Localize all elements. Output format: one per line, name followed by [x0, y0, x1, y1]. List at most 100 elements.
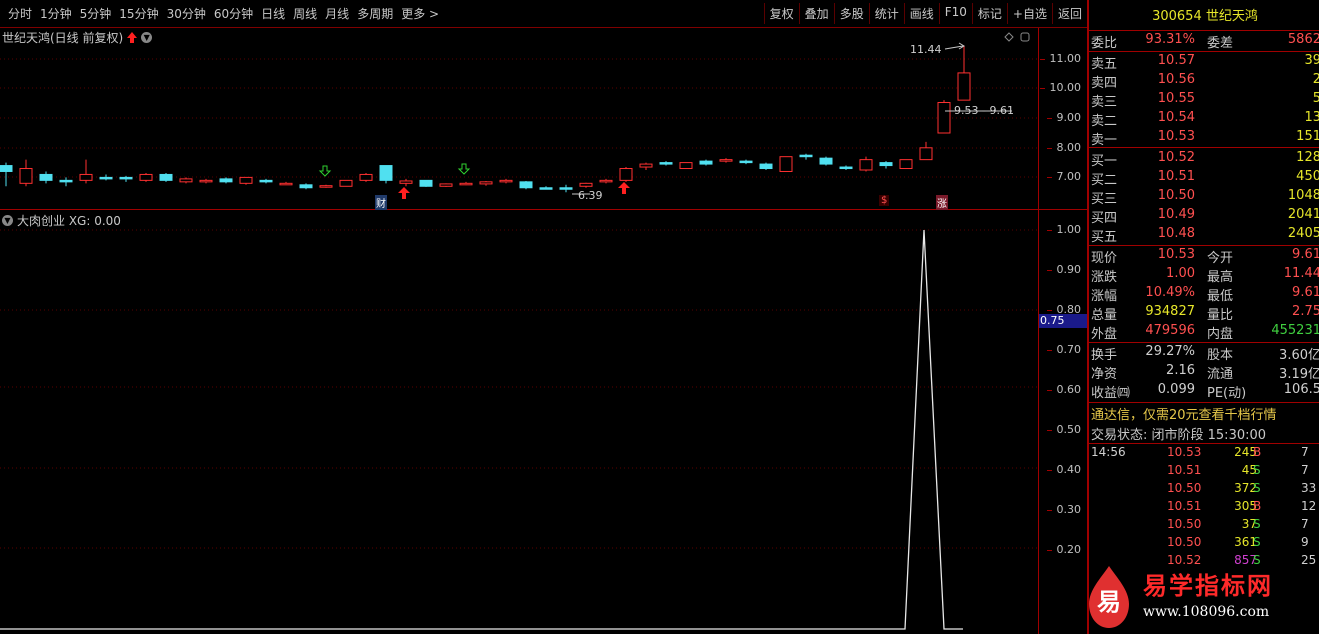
candle-body — [199, 179, 213, 183]
candle-body — [279, 182, 293, 186]
period-month-tab[interactable]: 月线 — [321, 5, 353, 22]
xg-signal-line — [0, 229, 963, 630]
multi-stock-button[interactable]: 多股 — [833, 3, 869, 24]
candle-body — [957, 72, 971, 101]
period-1min-tab[interactable]: 1分钟 — [36, 5, 76, 22]
stock-name: 世纪天鸿 — [1205, 9, 1258, 24]
tick-direction: B — [1253, 445, 1262, 459]
logo-char: 易 — [1097, 588, 1121, 616]
overlay-button[interactable]: 叠加 — [798, 3, 834, 24]
promo-link[interactable]: 通达信，仅需20元查看千档行情 — [1091, 404, 1277, 423]
limit-up-badge[interactable]: 涨 — [936, 195, 948, 210]
stat-label: 量比 — [1207, 308, 1234, 323]
back-button[interactable]: 返回 — [1051, 3, 1087, 24]
ask-row: 卖五 10.57 39 — [1089, 53, 1319, 72]
draw-line-button[interactable]: 画线 — [903, 3, 939, 24]
period-more-tab[interactable]: 更多 > — [397, 5, 443, 22]
candle-body — [399, 180, 413, 184]
axis-label: 7.00 — [1046, 170, 1081, 183]
mark-button[interactable]: 标记 — [971, 3, 1007, 24]
weibi-row: 委比 93.31% 委差 5862 — [1089, 32, 1319, 51]
axis-label: 0.30 — [1046, 503, 1081, 516]
stat-label: 外盘 — [1091, 327, 1118, 342]
candle-body — [659, 162, 673, 165]
period-15min-tab[interactable]: 15分钟 — [115, 5, 162, 22]
tick-direction: S — [1253, 481, 1261, 495]
stock-terminal-window: 分时 1分钟 5分钟 15分钟 30分钟 60分钟 日线 周线 月线 多周期 更… — [0, 0, 1319, 634]
dollar-badge[interactable]: $ — [879, 195, 890, 206]
candle-body — [699, 160, 713, 165]
ask-label: 卖五 — [1091, 57, 1118, 72]
period-5min-tab[interactable]: 5分钟 — [76, 5, 116, 22]
period-30min-tab[interactable]: 30分钟 — [163, 5, 210, 22]
divider — [1089, 342, 1319, 343]
tick-direction: B — [1253, 499, 1262, 513]
weibi-value: 93.31% — [1145, 32, 1195, 47]
tick-direction: S — [1253, 463, 1261, 477]
candle-body — [219, 178, 233, 183]
logo-title: 易学指标网 — [1143, 572, 1273, 600]
axis-label: 11.00 — [1039, 52, 1081, 65]
ask-price: 10.57 — [1157, 53, 1195, 68]
stat-row: 换手 29.27% 股本 3.60亿 — [1089, 344, 1319, 363]
period-week-tab[interactable]: 周线 — [289, 5, 321, 22]
indicator-chart[interactable]: ▼ 大肉创业 XG: 0.00 — [0, 210, 1038, 634]
kline-chart[interactable]: 世纪天鸿(日线 前复权) ▼ 11.44 9.53 - 9.61 6.39 财 … — [0, 28, 1038, 210]
candle-body — [79, 173, 93, 181]
period-day-tab[interactable]: 日线 — [257, 5, 289, 22]
stat-row: 总量 934827 量比 2.75 — [1089, 304, 1319, 323]
tick-row: 10.51 45 S 7 — [1089, 463, 1319, 481]
tick-price: 10.50 — [1167, 535, 1202, 549]
candle-body — [319, 185, 333, 188]
tick-price: 10.50 — [1167, 481, 1202, 495]
indicator-plot — [0, 229, 1038, 630]
candle-body — [59, 179, 73, 183]
bid-label: 买五 — [1091, 230, 1118, 245]
bid-label: 买三 — [1091, 192, 1118, 207]
ask-volume: 2 — [1312, 72, 1319, 87]
ask-volume: 13 — [1304, 110, 1319, 125]
add-watchlist-button[interactable]: +自选 — [1006, 3, 1052, 24]
stat-label: 换手 — [1091, 348, 1118, 363]
stat-value: 9.61 — [1292, 247, 1319, 262]
tick-time: 14:56 — [1091, 445, 1126, 459]
axis-label: 9.00 — [1046, 111, 1081, 124]
stat-value: 10.49% — [1145, 285, 1195, 300]
axis-label: 0.40 — [1046, 463, 1081, 476]
tick-direction: S — [1253, 535, 1261, 549]
adjust-button[interactable]: 复权 — [763, 3, 799, 24]
stat-value: 11.44 — [1283, 266, 1319, 281]
stat-value: 0.099 — [1157, 382, 1195, 397]
candle-body — [759, 163, 773, 170]
candle-body — [839, 166, 853, 170]
axis-label: 0.70 — [1046, 343, 1081, 356]
bid-label: 买一 — [1091, 154, 1118, 169]
stat-label: 最低 — [1207, 289, 1234, 304]
weibi-label: 委比 — [1091, 36, 1118, 51]
candle-body — [379, 165, 393, 181]
ask-volume: 5 — [1312, 91, 1319, 106]
stat-label: 内盘 — [1207, 327, 1234, 342]
bid-label: 买二 — [1091, 173, 1118, 188]
axis-label: 0.50 — [1046, 423, 1081, 436]
tick-price: 10.51 — [1167, 463, 1202, 477]
period-multi-tab[interactable]: 多周期 — [353, 5, 397, 22]
f10-button[interactable]: F10 — [938, 3, 972, 24]
stat-label: 今开 — [1207, 251, 1234, 266]
finance-badge[interactable]: 财 — [375, 195, 387, 210]
kline-price-axis: 11.00 10.00 9.00 8.00 7.00 — [1038, 28, 1087, 210]
candle-body — [679, 162, 693, 170]
stat-row: 外盘 479596 内盘 455231 — [1089, 323, 1319, 342]
period-60min-tab[interactable]: 60分钟 — [210, 5, 257, 22]
candle-body — [899, 159, 913, 170]
panel-control-icons[interactable] — [1004, 32, 1030, 42]
statistics-button[interactable]: 统计 — [868, 3, 904, 24]
period-minute-tab[interactable]: 分时 — [4, 5, 36, 22]
candle-body — [579, 182, 593, 187]
stat-label: PE(动) — [1207, 386, 1247, 401]
ask-label: 卖四 — [1091, 76, 1118, 91]
bid-volume: 1048 — [1287, 188, 1319, 203]
range-label: 9.53 - 9.61 — [954, 104, 1014, 117]
bid-row: 买二 10.51 450 — [1089, 169, 1319, 188]
tick-count: 9 — [1301, 535, 1309, 549]
